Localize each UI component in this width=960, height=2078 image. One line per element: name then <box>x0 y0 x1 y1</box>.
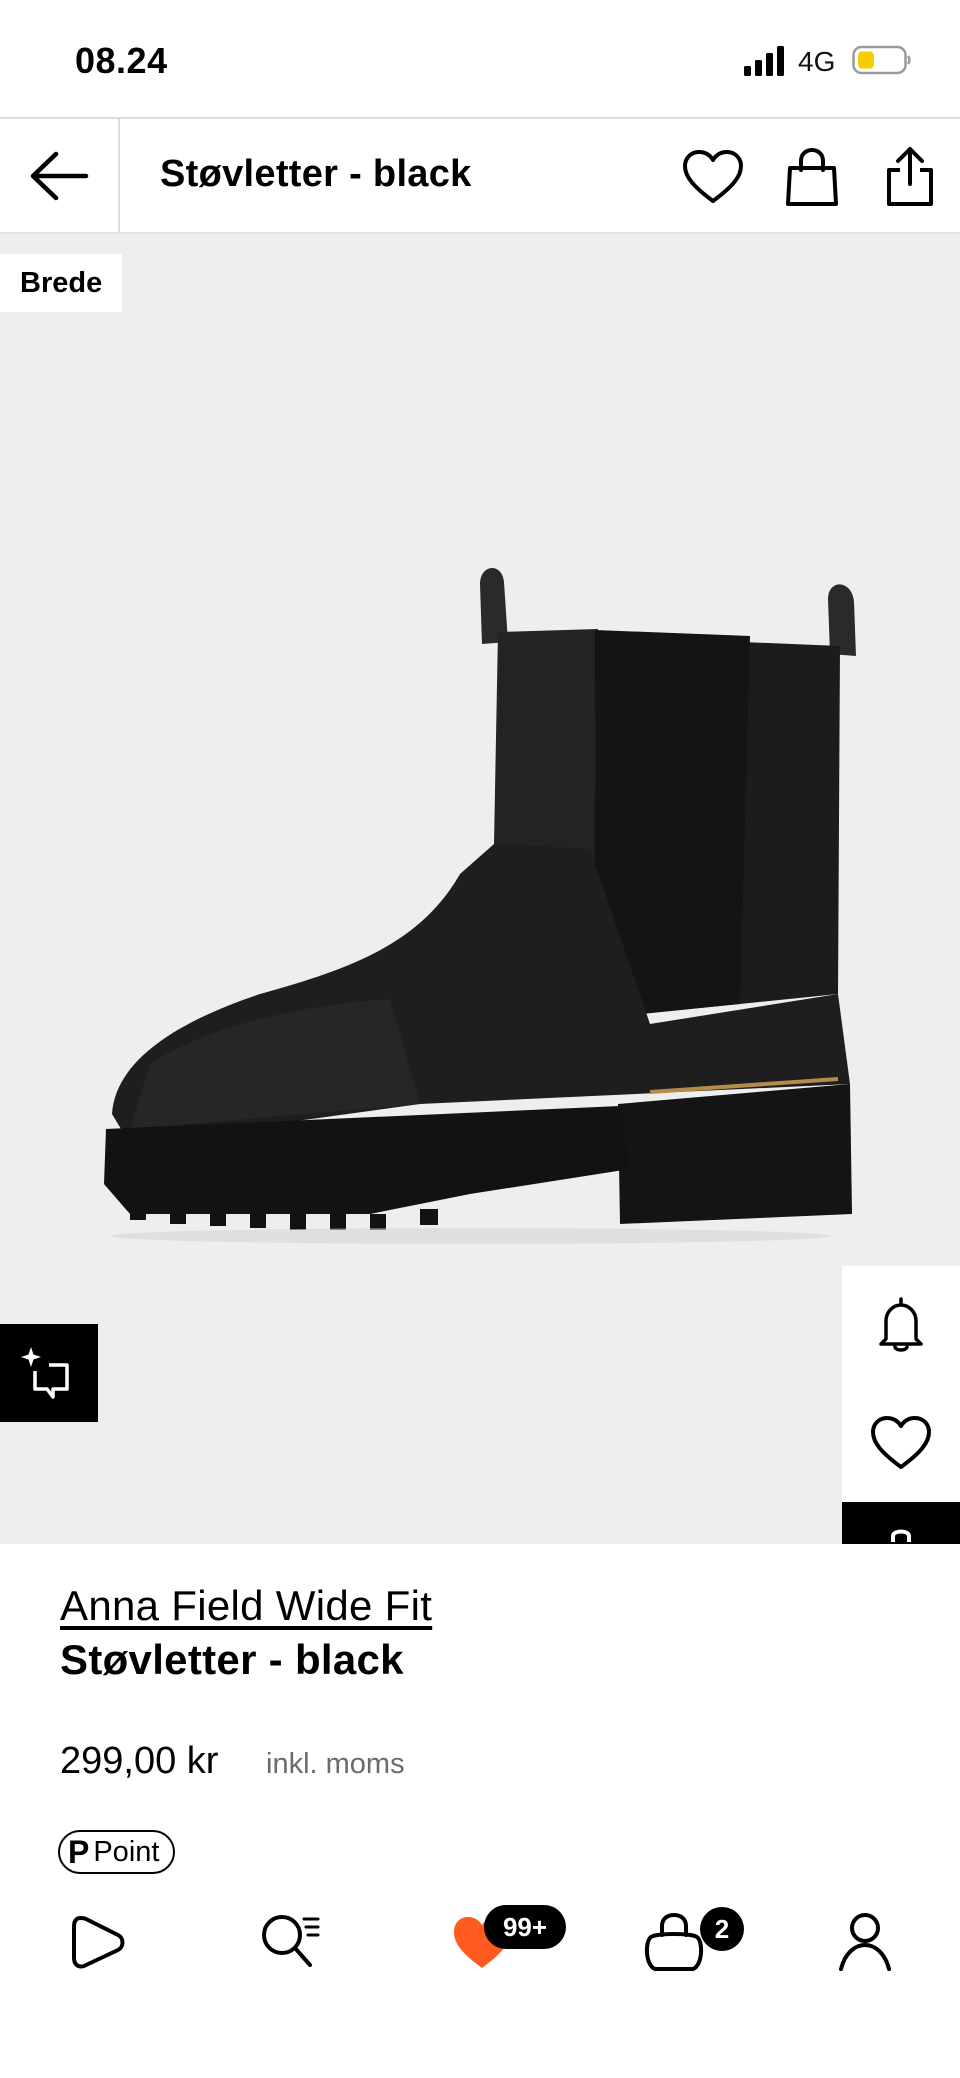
top-app-bar: Støvletter - black <box>0 117 960 234</box>
wishlist-count-badge: 99+ <box>484 1905 566 1949</box>
product-name: Støvletter - black <box>60 1636 404 1683</box>
points-badge[interactable]: P Point <box>58 1830 176 1874</box>
vat-note: inkl. moms <box>266 1748 405 1780</box>
nav-home[interactable] <box>56 1902 136 1982</box>
side-wishlist-button[interactable] <box>842 1384 960 1502</box>
share-button[interactable] <box>878 145 942 209</box>
fit-badge: Brede <box>0 254 123 312</box>
side-action-panel <box>842 1266 960 1544</box>
points-icon: P <box>68 1833 90 1870</box>
battery-icon <box>852 45 911 75</box>
nav-bag[interactable] <box>634 1902 714 1982</box>
bottom-navigation: 99+ 2 <box>0 1890 960 2010</box>
bag-button[interactable] <box>780 145 844 209</box>
wishlist-button[interactable] <box>681 145 745 209</box>
product-image-gallery[interactable]: Brede <box>0 234 960 1544</box>
network-type: 4G <box>798 46 836 77</box>
heart-icon <box>683 150 743 203</box>
back-button[interactable] <box>0 119 120 232</box>
status-bar: 08.24 4G <box>0 0 960 117</box>
heart-icon <box>871 1416 931 1469</box>
page-title: Støvletter - black <box>160 153 472 195</box>
nav-search[interactable] <box>250 1902 330 1982</box>
points-label: Point <box>93 1835 160 1868</box>
search-icon <box>262 1915 320 1967</box>
arrow-left-icon <box>30 151 89 200</box>
product-photo-boot <box>104 567 856 1244</box>
shopping-bag-icon <box>644 1912 704 1971</box>
signal-icon <box>744 46 784 76</box>
nav-account[interactable] <box>825 1902 905 1982</box>
product-price: 299,00 kr <box>60 1740 219 1782</box>
notify-button[interactable] <box>842 1266 960 1384</box>
ai-sparkle-crop-icon <box>21 1347 69 1399</box>
bag-count-badge: 2 <box>700 1907 744 1951</box>
visual-search-button[interactable] <box>0 1324 98 1422</box>
brand-link[interactable]: Anna Field Wide Fit <box>60 1582 432 1630</box>
home-play-icon <box>72 1916 125 1969</box>
shopping-bag-icon <box>786 147 838 206</box>
side-dark-button[interactable] <box>842 1502 960 1544</box>
user-icon <box>839 1913 891 1971</box>
status-time: 08.24 <box>75 40 168 81</box>
bell-icon <box>879 1297 923 1352</box>
share-icon <box>887 147 933 206</box>
lock-icon <box>891 1529 911 1542</box>
